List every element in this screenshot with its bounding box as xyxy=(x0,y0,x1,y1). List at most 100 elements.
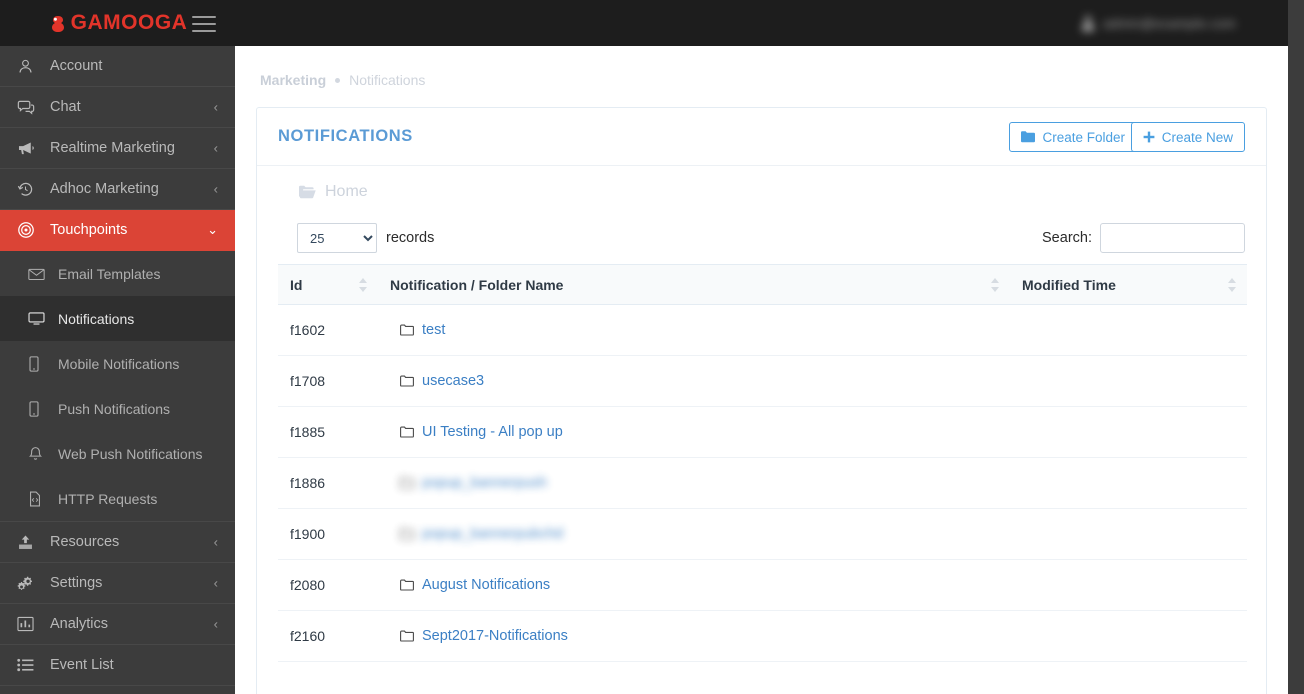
create-folder-button[interactable]: Create Folder xyxy=(1009,122,1137,152)
cell-modified-time xyxy=(1010,406,1247,458)
list-icon xyxy=(17,658,39,672)
search-input[interactable] xyxy=(1100,223,1245,253)
sidebar-item-label: Resources xyxy=(50,533,120,550)
sidebar-item-web-push-notifications[interactable]: Web Push Notifications xyxy=(0,431,235,476)
cell-id: f1885 xyxy=(278,406,378,458)
brand-name: GAMOOGA xyxy=(70,11,188,34)
column-header-modified-time[interactable]: Modified Time xyxy=(1010,264,1247,305)
table-controls: 25 records Search: xyxy=(257,214,1266,264)
folder-link[interactable]: Sept2017-Notifications xyxy=(400,628,568,644)
sidebar-item-adhoc-marketing[interactable]: Adhoc Marketing ‹ xyxy=(0,169,235,210)
chevron-left-icon: ‹ xyxy=(213,616,218,632)
user-icon xyxy=(17,58,39,75)
folder-link[interactable]: usecase3 xyxy=(400,373,484,389)
sidebar-item-label: Chat xyxy=(50,98,81,115)
notifications-panel: NOTIFICATIONS Create Folder Create New H… xyxy=(256,107,1267,694)
folder-name-label: popup_bannerpush xyxy=(422,474,547,491)
folder-icon xyxy=(400,477,414,489)
gears-icon xyxy=(17,575,39,592)
table-header: Id Notification / Folder Name Modified T… xyxy=(278,264,1247,305)
sidebar-item-push-notifications[interactable]: Push Notifications xyxy=(0,386,235,431)
sidebar-item-label: Account xyxy=(50,57,103,74)
cell-modified-time xyxy=(1010,457,1247,509)
folder-path-label[interactable]: Home xyxy=(325,183,368,201)
panel-header: NOTIFICATIONS Create Folder Create New xyxy=(257,108,1266,166)
cell-id: f1602 xyxy=(278,304,378,356)
table-row[interactable]: f1708 usecase3 xyxy=(278,355,1247,407)
sidebar-item-resources[interactable]: Resources ‹ xyxy=(0,522,235,563)
upload-icon xyxy=(17,534,39,551)
sidebar-item-event-list[interactable]: Event List xyxy=(0,645,235,686)
sidebar-subitem-label: Mobile Notifications xyxy=(58,355,180,372)
file-code-icon xyxy=(28,491,49,507)
cell-modified-time xyxy=(1010,508,1247,560)
folder-link[interactable]: test xyxy=(400,322,445,338)
bell-icon xyxy=(28,446,49,462)
chevron-left-icon: ‹ xyxy=(213,534,218,550)
folder-link[interactable]: August Notifications xyxy=(400,577,550,593)
cell-id: f1886 xyxy=(278,457,378,509)
sort-icon[interactable] xyxy=(991,277,1000,292)
target-icon xyxy=(17,221,39,239)
sidebar-item-email-templates[interactable]: Email Templates xyxy=(0,251,235,296)
desktop-icon xyxy=(28,311,49,326)
folder-name-label: August Notifications xyxy=(422,576,551,593)
sidebar-item-http-requests[interactable]: HTTP Requests xyxy=(0,476,235,521)
sidebar-subitem-label: HTTP Requests xyxy=(58,490,158,507)
sidebar-item-account[interactable]: Account xyxy=(0,46,235,87)
cell-name: popup_bannerpubchd xyxy=(378,508,1010,560)
folder-link[interactable]: popup_bannerpush xyxy=(400,475,547,491)
breadcrumb-root[interactable]: Marketing xyxy=(260,72,326,88)
chevron-left-icon: ‹ xyxy=(213,99,218,115)
folder-icon xyxy=(400,375,414,387)
sidebar-item-mobile-notifications[interactable]: Mobile Notifications xyxy=(0,341,235,386)
sort-icon[interactable] xyxy=(1228,277,1237,292)
sort-icon[interactable] xyxy=(359,277,368,292)
cell-name: usecase3 xyxy=(378,355,1010,407)
sidebar-item-settings[interactable]: Settings ‹ xyxy=(0,563,235,604)
table-row[interactable]: f1900 popup_bannerpubchd xyxy=(278,508,1247,560)
right-edge-strip xyxy=(1288,0,1304,694)
folder-link[interactable]: popup_bannerpubchd xyxy=(400,526,563,542)
sidebar-item-label: Event List xyxy=(50,656,114,673)
records-select[interactable]: 25 xyxy=(297,223,377,253)
cell-name: UI Testing - All pop up xyxy=(378,406,1010,458)
create-new-button[interactable]: Create New xyxy=(1130,122,1245,152)
table-row[interactable]: f1602 test xyxy=(278,304,1247,356)
folder-icon xyxy=(400,630,414,642)
breadcrumb-current: Notifications xyxy=(349,72,426,88)
gamooga-logo-icon xyxy=(48,14,68,34)
table-row[interactable]: f2160 Sept2017-Notifications xyxy=(278,610,1247,662)
sidebar-item-realtime-marketing[interactable]: Realtime Marketing ‹ xyxy=(0,128,235,169)
folder-icon xyxy=(400,426,414,438)
user-account-menu[interactable]: admin@example.com xyxy=(1081,12,1236,34)
sidebar-navigation: Account Chat ‹ Realtime Marketing ‹ Adho… xyxy=(0,46,235,694)
table-row[interactable]: f1886 popup_bannerpush xyxy=(278,457,1247,509)
sidebar-item-analytics[interactable]: Analytics ‹ xyxy=(0,604,235,645)
sidebar-subitem-label: Web Push Notifications xyxy=(58,445,203,462)
folder-link[interactable]: UI Testing - All pop up xyxy=(400,424,563,440)
folder-name-label: UI Testing - All pop up xyxy=(422,423,563,440)
megaphone-icon xyxy=(17,140,39,157)
touchpoints-submenu: Email Templates Notifications Mobile Not… xyxy=(0,251,235,522)
chevron-left-icon: ‹ xyxy=(213,575,218,591)
column-header-id[interactable]: Id xyxy=(278,264,378,305)
sidebar-item-notifications[interactable]: Notifications xyxy=(0,296,235,341)
chat-icon xyxy=(17,99,39,116)
open-folder-icon xyxy=(299,185,316,199)
column-header-name[interactable]: Notification / Folder Name xyxy=(378,264,1010,305)
sidebar-item-touchpoints[interactable]: Touchpoints ⌄ xyxy=(0,210,235,251)
cell-modified-time xyxy=(1010,610,1247,662)
folder-icon xyxy=(400,528,414,540)
table-row[interactable]: f1885 UI Testing - All pop up xyxy=(278,406,1247,458)
sidebar-subitem-label: Push Notifications xyxy=(58,400,171,417)
column-header-label: Modified Time xyxy=(1022,276,1116,293)
user-avatar-icon xyxy=(1081,15,1094,31)
table-row[interactable]: f2080 August Notifications xyxy=(278,559,1247,611)
folder-breadcrumb: Home xyxy=(257,166,1266,218)
sidebar-item-chat[interactable]: Chat ‹ xyxy=(0,87,235,128)
column-header-label: Notification / Folder Name xyxy=(390,276,564,293)
hamburger-menu-icon[interactable] xyxy=(192,16,216,32)
envelope-icon xyxy=(28,267,49,281)
top-bar: GAMOOGA admin@example.com xyxy=(0,0,1288,46)
